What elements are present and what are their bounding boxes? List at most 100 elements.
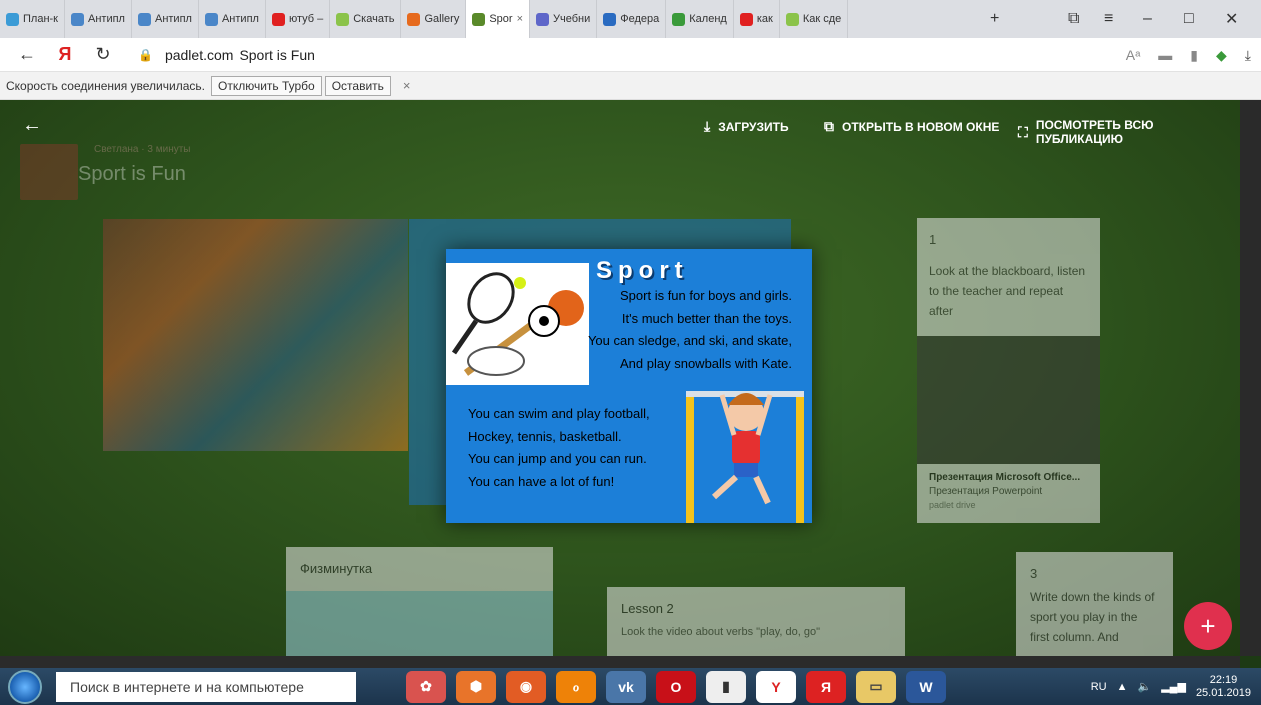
browser-tab[interactable]: Spor ×	[466, 0, 531, 38]
opera-icon[interactable]: O	[656, 670, 696, 703]
horizontal-scrollbar[interactable]	[0, 656, 1240, 668]
minimize-icon[interactable]: –	[1143, 0, 1152, 38]
yandex-icon[interactable]: Y	[756, 670, 796, 703]
post-time: 3 минуты	[147, 144, 191, 155]
browser-tab[interactable]: Антипл	[65, 0, 132, 38]
lock-icon[interactable]: 🔒	[138, 48, 153, 62]
browser-tab[interactable]: Gallery	[401, 0, 467, 38]
url-page-title[interactable]: Sport is Fun	[239, 47, 314, 63]
verse-line: Sport is fun for boys and girls.	[620, 288, 792, 303]
keep-turbo-button[interactable]: Оставить	[324, 75, 391, 96]
reload-icon[interactable]: ↻	[92, 44, 114, 65]
browser-tab-bar: План-к Антипл Антипл Антипл ютуб – Скачать Gal…	[0, 0, 1261, 38]
tab-favicon-icon	[6, 12, 19, 26]
yandex-logo-icon[interactable]: Я	[54, 44, 76, 65]
tab-label: Spor	[489, 13, 513, 25]
tab-favicon-icon	[472, 12, 486, 26]
explorer-icon[interactable]: ▭	[856, 670, 896, 703]
odnoklassniki-icon[interactable]: ℴ	[556, 670, 596, 703]
volume-icon[interactable]: 🔈	[1138, 680, 1152, 693]
tab-label: Скачать	[353, 13, 395, 25]
bookmark-icon[interactable]: ▮	[1190, 47, 1198, 64]
browser-tab[interactable]: как	[734, 0, 780, 38]
card-1[interactable]: 1 Look at the blackboard, listen to the …	[917, 218, 1100, 523]
clock-date: 25.01.2019	[1195, 686, 1251, 699]
browser-tab[interactable]: Федера	[597, 0, 667, 38]
word-icon[interactable]: W	[906, 670, 946, 703]
close-window-icon[interactable]: ✕	[1225, 0, 1238, 38]
external-link-icon: ⧉	[824, 118, 834, 134]
author-name: Светлана	[94, 144, 139, 155]
url-host[interactable]: padlet.com	[165, 47, 233, 63]
browser-tab[interactable]: Антипл	[132, 0, 199, 38]
tab-favicon-icon	[672, 12, 686, 26]
presentation-thumbnail	[917, 336, 1100, 464]
taskbar-search[interactable]: Поиск в интернете и на компьютере	[56, 671, 356, 702]
close-tab-icon[interactable]: ×	[517, 13, 523, 25]
poster-verse-left: You can swim and play football, Hockey, …	[468, 403, 650, 493]
file-icon[interactable]: ▮	[706, 670, 746, 703]
tab-label: Календ	[689, 13, 727, 25]
vertical-scrollbar[interactable]	[1240, 100, 1261, 656]
new-tab-button[interactable]: +	[990, 0, 999, 38]
post-author: Светлана · 3 минуты Sport is Fun	[20, 144, 190, 200]
sports-collage-image[interactable]	[103, 219, 408, 451]
system-tray: RU ▲ 🔈 ▂▄▆ 22:19 25.01.2019	[1091, 668, 1251, 705]
tabs-overview-icon[interactable]: ⧉	[1068, 0, 1079, 38]
card-lesson-2[interactable]: Lesson 2 Look the video about verbs "pla…	[607, 587, 905, 656]
card-1-number: 1	[929, 232, 937, 247]
sport-poster-modal[interactable]: Sport Sport is fun for boys and girls. I…	[446, 249, 812, 523]
network-icon[interactable]: ▂▄▆	[1161, 680, 1186, 693]
firefox-icon[interactable]: ◉	[506, 670, 546, 703]
back-icon[interactable]: ←	[16, 44, 38, 65]
verse-line: It's much better than the toys.	[621, 310, 792, 326]
browser-tab[interactable]: Календ	[666, 0, 734, 38]
tab-label: План-к	[23, 13, 58, 25]
extension-icon[interactable]: ◆	[1216, 47, 1227, 64]
browser-tab[interactable]: Антипл	[199, 0, 266, 38]
app-icon[interactable]: ⬢	[456, 670, 496, 703]
card-3-text: Write down the kinds of sport you play i…	[1030, 590, 1155, 644]
tray-expand-icon[interactable]: ▲	[1117, 681, 1128, 693]
sports-equipment-image	[446, 263, 589, 385]
card-3[interactable]: 3 Write down the kinds of sport you play…	[1016, 552, 1173, 656]
verse-line: You can swim and play football,	[468, 406, 650, 421]
disable-turbo-button[interactable]: Отключить Турбо	[210, 75, 322, 96]
verse-line: Hockey, tennis, basketball.	[468, 428, 622, 444]
close-turbo-icon[interactable]: ×	[403, 78, 411, 93]
author-meta: Светлана · 3 минуты	[94, 144, 191, 155]
browser-tab[interactable]: План-к	[0, 0, 65, 38]
open-new-window-button[interactable]: ⧉ ОТКРЫТЬ В НОВОМ ОКНЕ	[824, 118, 999, 135]
card-3-number: 3	[1030, 566, 1038, 581]
back-arrow-icon[interactable]: ←	[22, 114, 42, 137]
verse-line: You can jump and you can run.	[468, 451, 647, 466]
card-fizminutka[interactable]: Физминутка	[286, 547, 553, 656]
turbo-message: Скорость соединения увеличилась.	[6, 78, 205, 93]
reader-icon[interactable]: ▬	[1158, 47, 1172, 63]
tab-favicon-icon	[536, 12, 550, 26]
clock[interactable]: 22:19 25.01.2019	[1196, 674, 1251, 700]
tab-label: Федера	[620, 13, 660, 25]
download-icon[interactable]: ⤓	[1245, 47, 1251, 64]
vk-icon[interactable]: vk	[606, 670, 646, 703]
language-indicator[interactable]: RU	[1091, 681, 1107, 693]
tab-favicon-icon	[407, 12, 421, 26]
browser-tab[interactable]: Как сде	[780, 0, 849, 38]
yandex-browser-icon[interactable]: Я	[806, 670, 846, 703]
download-button[interactable]: ⤓ ЗАГРУЗИТЬ	[704, 118, 789, 135]
view-all-button[interactable]: ⛶ ПОСМОТРЕТЬ ВСЮ ПУБЛИКАЦИЮ	[1018, 118, 1240, 146]
menu-icon[interactable]: ≡	[1104, 0, 1113, 38]
browser-tab[interactable]: Скачать	[330, 0, 402, 38]
browser-tab[interactable]: ютуб –	[266, 0, 331, 38]
start-button[interactable]	[8, 669, 42, 704]
poster-heading: Sport	[596, 257, 689, 284]
card-1-text: Look at the blackboard, listen to the te…	[929, 264, 1086, 318]
add-post-button[interactable]: +	[1184, 602, 1232, 650]
tab-label: Антипл	[154, 13, 192, 25]
translate-icon[interactable]: Aᵃ	[1126, 47, 1141, 63]
tab-label: ютуб –	[288, 13, 324, 25]
maximize-icon[interactable]: □	[1184, 0, 1194, 38]
tab-favicon-icon	[204, 12, 218, 26]
browser-tab[interactable]: Учебни	[530, 0, 598, 38]
picasa-icon[interactable]: ✿	[406, 670, 446, 703]
